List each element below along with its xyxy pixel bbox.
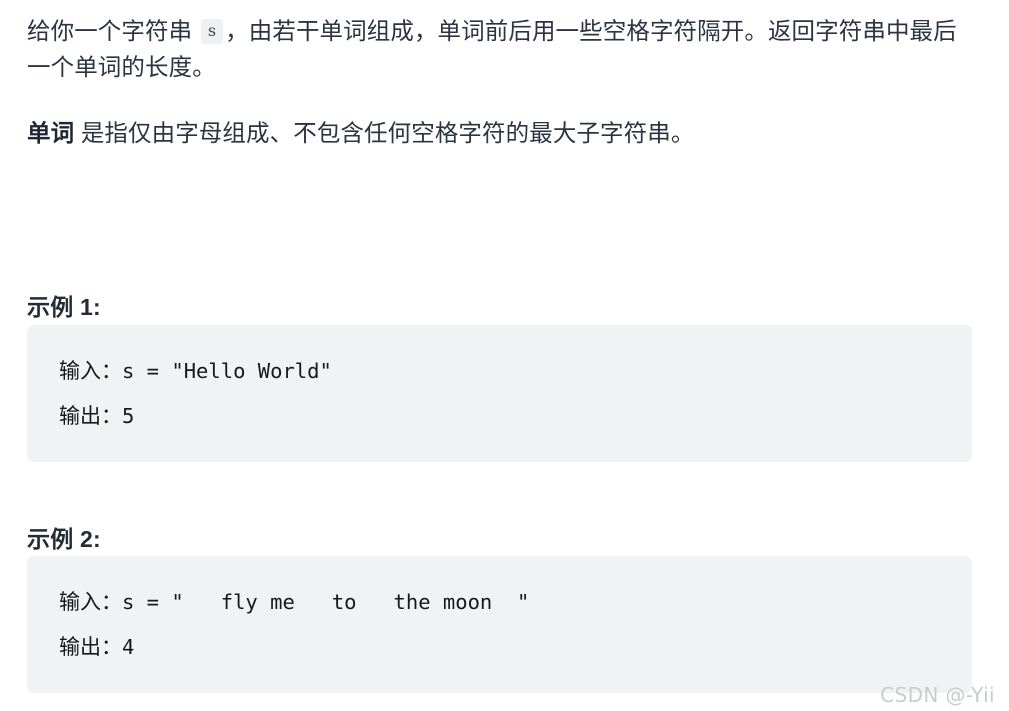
example-1-output-value: 5 bbox=[122, 404, 135, 428]
example-1-input-value: s = "Hello World" bbox=[122, 359, 332, 383]
example-1-input-line: 输入：s = "Hello World" bbox=[27, 349, 972, 394]
example-2-output-value: 4 bbox=[122, 635, 135, 659]
example-1-output-label: 输出： bbox=[59, 404, 122, 428]
problem-description-page: 给你一个字符串 s ，由若干单词组成，单词前后用一些空格字符隔开。返回字符串中最后… bbox=[0, 0, 1009, 711]
example-2-input-label: 输入： bbox=[59, 590, 122, 614]
example-1-output-line: 输出：5 bbox=[27, 394, 972, 439]
example-1-heading: 示例 1: bbox=[27, 294, 101, 320]
example-2-input-value: s = " fly me to the moon " bbox=[122, 590, 530, 614]
example-2-code-block: 输入：s = " fly me to the moon " 输出：4 bbox=[27, 556, 972, 693]
example-2-output-line: 输出：4 bbox=[27, 625, 972, 670]
description-text-before-code: 给你一个字符串 bbox=[27, 18, 199, 44]
word-definition-term: 单词 bbox=[27, 120, 75, 146]
problem-statement: 给你一个字符串 s ，由若干单词组成，单词前后用一些空格字符隔开。返回字符串中最后… bbox=[27, 13, 977, 151]
inline-code-variable: s bbox=[200, 19, 224, 44]
example-1-input-label: 输入： bbox=[59, 359, 122, 383]
description-paragraph-2: 单词 是指仅由字母组成、不包含任何空格字符的最大子字符串。 bbox=[27, 115, 977, 151]
example-2-heading: 示例 2: bbox=[27, 526, 101, 552]
description-paragraph-1: 给你一个字符串 s ，由若干单词组成，单词前后用一些空格字符隔开。返回字符串中最后… bbox=[27, 13, 977, 85]
word-definition-text: 是指仅由字母组成、不包含任何空格字符的最大子字符串。 bbox=[74, 120, 695, 146]
example-2-input-line: 输入：s = " fly me to the moon " bbox=[27, 580, 972, 625]
example-1-code-block: 输入：s = "Hello World" 输出：5 bbox=[27, 325, 972, 462]
example-2-output-label: 输出： bbox=[59, 635, 122, 659]
